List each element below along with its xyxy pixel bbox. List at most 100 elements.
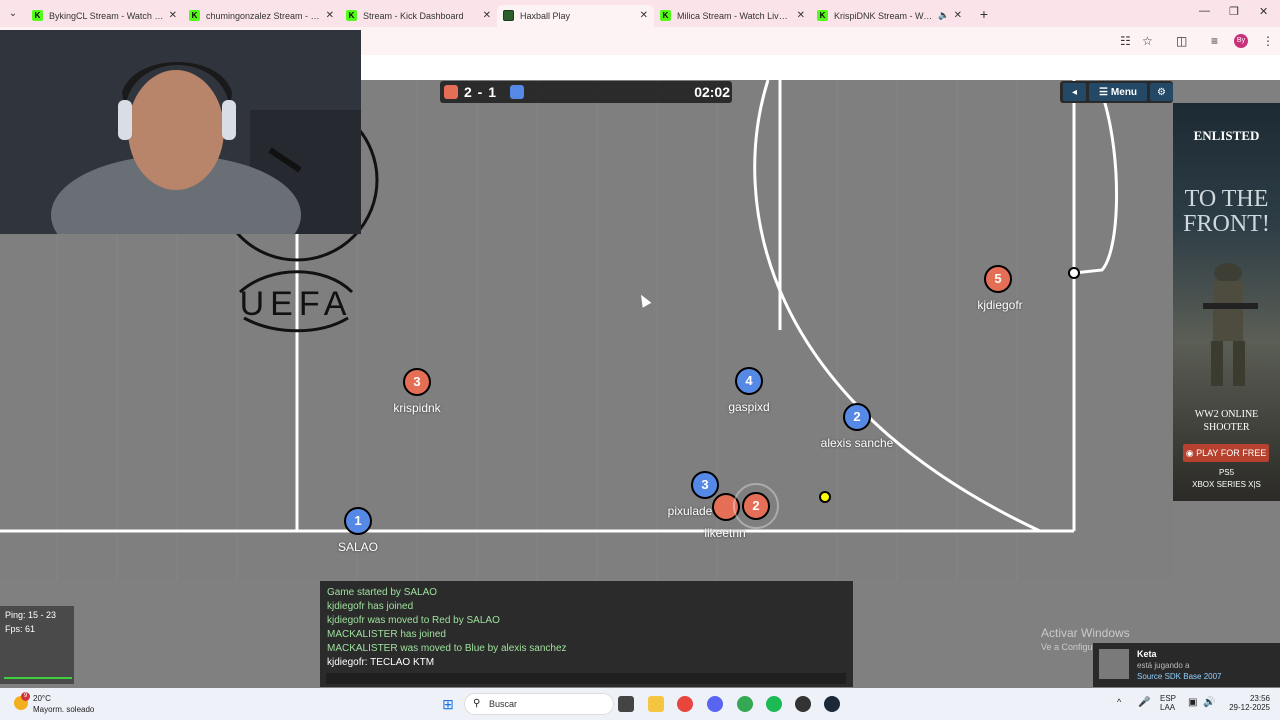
close-icon[interactable]: ✕ — [954, 10, 962, 21]
clock-date: 29-12-2025 — [1229, 703, 1270, 712]
player-name: pixulade — [667, 504, 713, 518]
profile-avatar[interactable]: By — [1234, 34, 1248, 48]
search-icon: ⚲ — [473, 698, 481, 709]
spotify-icon[interactable] — [766, 696, 782, 712]
language-indicator[interactable]: ESP LAA — [1160, 694, 1176, 712]
windows-start-icon[interactable]: ⊞ — [440, 696, 456, 712]
tab-title: KrispiDNK Stream - Watch Live on Kick — [834, 10, 936, 21]
advertisement-banner[interactable]: ENLISTED TO THE FRONT! WW2 ONLINE SHOOTE… — [1173, 103, 1280, 501]
xbox-label: XBOX SERIES X|S — [1192, 480, 1261, 489]
steam-friend-notification[interactable]: Keta está jugando a Source SDK Base 2007 — [1093, 643, 1280, 687]
close-icon[interactable]: ✕ — [797, 10, 805, 21]
browser-tab[interactable]: K KrispiDNK Stream - Watch Live on Kick … — [811, 5, 968, 27]
weather-condition: Mayorm. soleado — [33, 705, 95, 714]
ad-subline: WW2 ONLINE SHOOTER — [1194, 409, 1259, 433]
chat-message: MACKALISTER was moved to Blue by alexis … — [327, 643, 567, 654]
clock[interactable]: 23:56 29-12-2025 — [1226, 694, 1270, 712]
steam-icon[interactable] — [824, 696, 840, 712]
tab-title: Haxball Play — [520, 10, 571, 21]
uefa-pitch-logo: UEFA — [240, 285, 353, 323]
close-icon[interactable]: ✕ — [483, 10, 491, 21]
chat-input[interactable] — [326, 673, 846, 684]
windows-taskbar: 9 20°C Mayorm. soleado ⊞ ⚲ Buscar ^ 🎤 ES… — [0, 688, 1280, 720]
restore-icon[interactable]: ❐ — [1229, 5, 1239, 18]
tab-title: chumingonzalez Stream - Watch Live on Ki… — [206, 10, 322, 21]
browser-tab[interactable]: K Milica Stream - Watch Live on Kick ✕ — [654, 5, 811, 27]
taskbar-search[interactable]: ⚲ Buscar — [464, 693, 614, 715]
tray-chevron-icon[interactable]: ^ — [1117, 697, 1121, 707]
volume-icon[interactable]: 🔊 — [1203, 697, 1215, 708]
webcam-overlay — [0, 30, 361, 234]
friend-status: está jugando a — [1137, 661, 1190, 670]
chat-message: MACKALISTER has joined — [327, 629, 446, 640]
bookmark-star-icon[interactable]: ☆ — [1142, 34, 1153, 48]
player-disc: 5 — [984, 265, 1012, 293]
score-text: 2 - 1 — [464, 84, 498, 100]
steam-icon: ◉ — [1185, 448, 1197, 458]
kebab-menu-icon[interactable]: ⋮ — [1262, 34, 1274, 48]
kick-icon: K — [660, 10, 671, 21]
hamburger-icon: ☰ — [1098, 86, 1108, 98]
play-for-free-button[interactable]: ◉ PLAY FOR FREE — [1183, 444, 1269, 462]
player-name: likeetnn — [704, 526, 746, 540]
close-icon[interactable]: ✕ — [640, 10, 648, 21]
player-disc: 1 — [344, 507, 372, 535]
media-controls-icon[interactable]: ≡ — [1211, 34, 1218, 48]
kick-icon: K — [189, 10, 200, 21]
close-icon[interactable]: ✕ — [169, 10, 177, 21]
red-team-square — [444, 85, 458, 99]
haxball-icon — [503, 10, 514, 21]
obs-icon[interactable] — [795, 696, 811, 712]
tab-title: Stream - Kick Dashboard — [363, 10, 464, 21]
discord-icon[interactable] — [707, 696, 723, 712]
settings-gear-icon[interactable]: ⚙ — [1149, 83, 1173, 101]
window-close-icon[interactable]: ✕ — [1259, 5, 1268, 18]
ball — [819, 491, 831, 503]
search-placeholder: Buscar — [489, 699, 518, 709]
task-view-icon[interactable] — [618, 696, 634, 712]
match-timer: 02:02 — [694, 84, 730, 100]
language-top: ESP — [1160, 694, 1177, 703]
chrome-icon[interactable] — [677, 696, 693, 712]
browser-tab[interactable]: K BykingCL Stream - Watch Live on Kick ✕ — [26, 5, 183, 27]
microphone-icon[interactable]: 🎤 — [1138, 697, 1150, 708]
close-icon[interactable]: ✕ — [326, 10, 334, 21]
network-icon[interactable]: ▣ — [1188, 697, 1197, 708]
ping-readout: Ping: 15 - 23 — [5, 610, 57, 620]
new-tab-button[interactable]: + — [972, 6, 996, 22]
player-name: alexis sanche — [820, 436, 894, 450]
kick-icon: K — [817, 10, 828, 21]
friend-name: Keta — [1137, 649, 1157, 659]
clock-time: 23:56 — [1249, 694, 1270, 703]
menu-button[interactable]: ☰ Menu — [1089, 83, 1147, 101]
kick-icon: K — [32, 10, 43, 21]
menu-label: Menu — [1110, 86, 1138, 98]
minimize-icon[interactable]: — — [1199, 5, 1210, 17]
chrome-profile-icon[interactable] — [737, 696, 753, 712]
extensions-icon[interactable]: ◫ — [1176, 34, 1187, 48]
player-name: krispidnk — [393, 401, 441, 415]
tab-search-chevron-icon[interactable]: ⌄ — [0, 8, 26, 19]
browser-tab[interactable]: K chumingonzalez Stream - Watch Live on … — [183, 5, 340, 27]
collapse-arrow-icon[interactable]: ◂ — [1063, 83, 1087, 101]
weather-badge: 9 — [21, 692, 30, 701]
chat-message: kjdiegofr: TECLAO KTM — [327, 657, 435, 668]
translate-icon[interactable]: ☷ — [1120, 34, 1131, 48]
player-disc: 4 — [735, 367, 763, 395]
player-name: SALAO — [337, 540, 379, 554]
player-name: gaspixd — [728, 400, 770, 414]
soldier-illustration — [1203, 263, 1258, 386]
ad-cta-label: PLAY FOR FREE — [1196, 448, 1267, 458]
fps-readout: Fps: 61 — [5, 624, 36, 634]
browser-tab[interactable]: K Stream - Kick Dashboard ✕ — [340, 5, 497, 27]
browser-tab-active[interactable]: Haxball Play ✕ — [497, 4, 654, 27]
chat-message: kjdiegofr was moved to Red by SALAO — [327, 615, 500, 626]
tab-title: Milica Stream - Watch Live on Kick — [677, 10, 793, 21]
blue-team-square — [510, 85, 524, 99]
speaker-icon[interactable]: 🔈 — [938, 10, 949, 21]
friend-avatar — [1099, 649, 1129, 679]
player-name: kjdiegofr — [977, 298, 1023, 312]
network-stats: Ping: 15 - 23 Fps: 61 — [0, 606, 74, 684]
file-explorer-icon[interactable] — [648, 696, 664, 712]
ad-platforms: PS5 XBOX SERIES X|S — [1173, 467, 1280, 491]
